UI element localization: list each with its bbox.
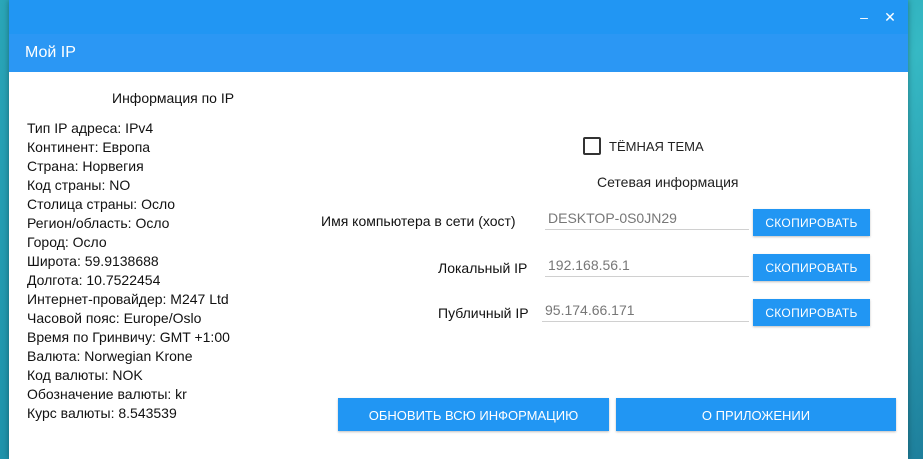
window-titlebar: ‒ ✕ [9,0,908,34]
hostname-label: Имя компьютера в сети (хост) [321,213,516,229]
app-title: Мой IP [25,44,76,61]
refresh-all-button[interactable]: ОБНОВИТЬ ВСЮ ИНФОРМАЦИЮ [338,398,609,431]
local-ip-field[interactable] [545,254,749,277]
ip-info-item: Тип IP адреса: IPv4 [27,120,154,136]
copy-hostname-button[interactable]: СКОПИРОВАТЬ [753,209,870,236]
hostname-field[interactable] [545,207,749,230]
dark-theme-label: ТЁМНАЯ ТЕМА [609,138,704,154]
ip-info-item: Континент: Европа [27,139,151,155]
about-button[interactable]: О ПРИЛОЖЕНИИ [616,398,896,431]
ip-info-item: Курс валюты: 8.543539 [27,405,177,421]
dark-theme-checkbox[interactable] [583,137,601,155]
ip-info-list: Тип IP адреса: IPv4 Континент: Европа Стра… [27,119,230,423]
app-window: ‒ ✕ Мой IP Информация по IP Тип IP адрес… [9,0,908,459]
ip-info-item: Столица страны: Осло [27,196,176,212]
public-ip-label: Публичный IP [438,305,529,321]
ip-info-item: Валюта: Norwegian Krone [27,348,193,364]
copy-public-ip-button[interactable]: СКОПИРОВАТЬ [753,299,870,326]
ip-info-item: Обозначение валюты: kr [27,386,187,402]
minimize-button[interactable]: ‒ [854,8,874,26]
network-info-title: Сетевая информация [597,174,739,190]
ip-info-item: Интернет-провайдер: M247 Ltd [27,291,229,307]
public-ip-field[interactable] [542,299,749,322]
ip-info-item: Код валюты: NOK [27,367,143,383]
copy-local-ip-button[interactable]: СКОПИРОВАТЬ [753,254,870,281]
app-header: Мой IP [9,34,908,72]
ip-info-item: Часовой пояс: Europe/Oslo [27,310,202,326]
ip-info-item: Страна: Норвегия [27,158,144,174]
ip-info-item: Широта: 59.9138688 [27,253,159,269]
ip-info-item: Время по Гринвичу: GMT +1:00 [27,329,230,345]
dark-theme-toggle[interactable]: ТЁМНАЯ ТЕМА [583,137,704,155]
ip-info-item: Город: Осло [27,234,107,250]
close-button[interactable]: ✕ [880,8,900,26]
ip-info-item: Долгота: 10.7522454 [27,272,161,288]
ip-info-item: Регион/область: Осло [27,215,170,231]
ip-info-item: Код страны: NO [27,177,131,193]
local-ip-label: Локальный IP [438,260,528,276]
ip-info-title: Информация по IP [112,90,235,106]
